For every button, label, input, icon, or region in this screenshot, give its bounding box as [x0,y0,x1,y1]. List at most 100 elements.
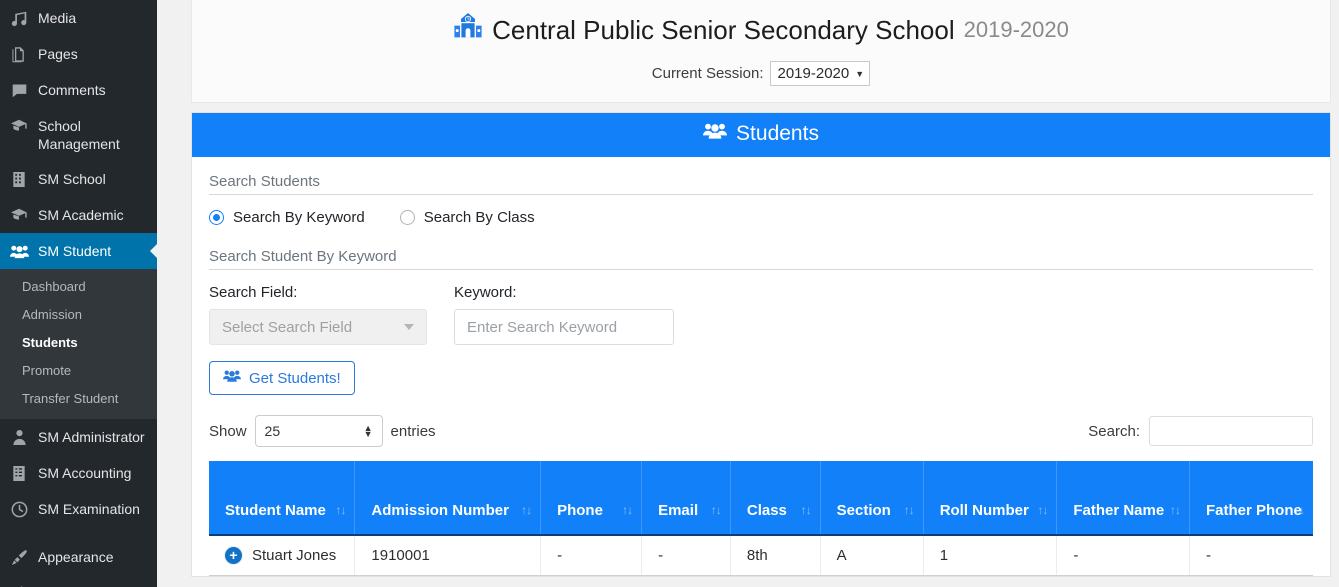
students-table-head: Student Name ↑↓ Admission Number ↑↓ Phon… [209,461,1313,535]
sidebar-item-sm-school[interactable]: SM School [0,161,157,197]
column-label: Class [747,502,787,519]
sidebar-item-sm-student[interactable]: SM Student [0,233,157,269]
sidebar-item-pages[interactable]: Pages [0,36,157,72]
column-label: Admission Number [371,502,509,519]
school-header-panel: Central Public Senior Secondary School 2… [191,0,1331,103]
sort-icon: ↑↓ [521,500,531,520]
search-field-select-value: Select Search Field [222,319,352,336]
sidebar-item-label: SM Academic [38,205,157,224]
sidebar-item-label: SM Examination [38,499,157,518]
column-label: Father Name [1073,502,1164,519]
cell-class: 8th [730,535,820,576]
page-title: Central Public Senior Secondary School 2… [202,12,1320,48]
sort-icon: ↑↓ [904,500,914,520]
sidebar-submenu-sm-student: Dashboard Admission Students Promote Tra… [0,269,157,419]
session-select-value: 2019-2020 [777,65,849,82]
cell-father-phone: - [1189,535,1313,576]
datatable-search-input[interactable] [1149,416,1313,446]
column-header-father-phone[interactable]: Father Phone ↑↓ [1189,461,1313,535]
sidebar-item-plugins[interactable]: Plugins [0,575,157,587]
table-row[interactable]: + Stuart Jones 1910001 - - 8th A 1 [209,535,1313,576]
sidebar-item-appearance[interactable]: Appearance [0,539,157,575]
column-header-roll-number[interactable]: Roll Number ↑↓ [923,461,1057,535]
column-header-email[interactable]: Email ↑↓ [642,461,731,535]
radio-search-by-class[interactable]: Search By Class [400,209,535,226]
column-label: Phone [557,502,603,519]
sidebar-item-label: SM Student [38,241,157,260]
students-table: Student Name ↑↓ Admission Number ↑↓ Phon… [209,461,1313,576]
column-header-section[interactable]: Section ↑↓ [820,461,923,535]
chevron-down-icon: ▼ [855,69,864,79]
sidebar-item-sm-administrator[interactable]: SM Administrator [0,419,157,455]
column-header-admission-number[interactable]: Admission Number ↑↓ [355,461,541,535]
sidebar-item-label: Pages [38,44,157,63]
keyword-input[interactable] [454,309,674,345]
cell-father-name: - [1057,535,1190,576]
students-table-body: + Stuart Jones 1910001 - - 8th A 1 [209,535,1313,576]
keyword-label: Keyword: [454,284,674,301]
students-card-header: Students [192,113,1330,157]
session-select[interactable]: 2019-2020 ▼ [770,61,870,86]
sidebar-item-label: Plugins [38,583,157,587]
search-field-group: Search Field: Select Search Field [209,284,427,345]
column-label: Student Name [225,502,326,519]
students-card-title: Students [736,122,819,146]
sidebar-item-sm-academic[interactable]: SM Academic [0,197,157,233]
page-length-value: 25 [265,423,281,439]
user-icon [9,427,29,447]
sidebar-item-sm-accounting[interactable]: SM Accounting [0,455,157,491]
keyword-search-form: Search Field: Select Search Field Keywor… [209,284,1313,345]
sidebar-item-label: SM Administrator [38,427,157,446]
datatable-search-control: Search: [1088,416,1313,446]
users-icon [223,369,241,387]
column-header-phone[interactable]: Phone ↑↓ [541,461,642,535]
students-card: Students Search Students Search By Keywo… [191,112,1331,577]
chevron-down-icon [404,324,414,330]
current-session-label: Current Session: [652,65,764,82]
students-card-body: Search Students Search By Keyword Search… [192,157,1330,576]
datatable-controls: Show 25 ▲▼ entries Search: [209,415,1313,447]
keyword-group: Keyword: [454,284,674,345]
column-header-class[interactable]: Class ↑↓ [730,461,820,535]
radio-search-by-keyword[interactable]: Search By Keyword [209,209,365,226]
search-field-select[interactable]: Select Search Field [209,309,427,345]
sidebar-item-label: Media [38,8,157,27]
document-icon [9,463,29,483]
show-label: Show [209,423,247,440]
sidebar-subitem-students[interactable]: Students [0,329,157,357]
search-by-keyword-legend: Search Student By Keyword [209,248,1313,270]
get-students-button[interactable]: Get Students! [209,361,355,395]
sidebar-item-label: SM School [38,169,157,188]
expand-row-plus-icon[interactable]: + [225,547,242,564]
cell-admission-number: 1910001 [355,535,541,576]
sidebar-item-comments[interactable]: Comments [0,72,157,108]
search-label: Search: [1088,423,1140,440]
sidebar-item-sm-examination[interactable]: SM Examination [0,491,157,527]
sort-icon: ↑↓ [1037,500,1047,520]
cell-phone: - [541,535,642,576]
sort-icon: ↑↓ [801,500,811,520]
sort-icon: ↑↓ [711,500,721,520]
stepper-arrows-icon: ▲▼ [364,425,373,437]
sidebar-subitem-dashboard[interactable]: Dashboard [0,273,157,301]
sidebar-subitem-promote[interactable]: Promote [0,357,157,385]
column-label: Email [658,502,698,519]
pages-icon [9,44,29,64]
sort-icon: ↑↓ [1170,500,1180,520]
sidebar-item-school-management[interactable]: School Management [0,108,157,161]
school-building-icon [453,12,483,48]
sidebar-subitem-admission[interactable]: Admission [0,301,157,329]
cell-section: A [820,535,923,576]
radio-dot-icon [209,210,224,225]
sidebar-item-media[interactable]: Media [0,0,157,36]
sort-icon: ↑↓ [1294,500,1304,520]
school-name: Central Public Senior Secondary School [492,13,954,47]
sidebar-subitem-transfer-student[interactable]: Transfer Student [0,385,157,413]
cell-roll-number: 1 [923,535,1057,576]
column-header-student-name[interactable]: Student Name ↑↓ [209,461,355,535]
radio-label: Search By Keyword [233,209,365,226]
search-mode-radio-group: Search By Keyword Search By Class [209,209,1313,226]
admin-sidebar: Media Pages Comments School Management S [0,0,157,587]
page-length-select[interactable]: 25 ▲▼ [255,415,383,447]
column-header-father-name[interactable]: Father Name ↑↓ [1057,461,1190,535]
